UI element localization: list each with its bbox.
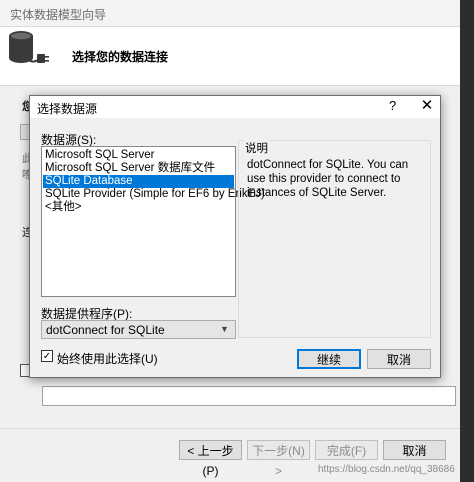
- finish-button[interactable]: 完成(F): [315, 440, 378, 460]
- connection-string-box[interactable]: [42, 386, 456, 406]
- continue-button[interactable]: 继续: [297, 349, 361, 369]
- wizard-header-title: 选择您的数据连接: [72, 50, 169, 64]
- always-use-label[interactable]: 始终使用此选择(U): [57, 350, 158, 367]
- provider-dropdown[interactable]: dotConnect for SQLite ▼: [41, 320, 236, 339]
- wizard-header: [0, 27, 460, 86]
- wizard-titlebar: 实体数据模型向导: [0, 0, 460, 27]
- chevron-down-icon: ▼: [220, 324, 229, 334]
- wizard-title: 实体数据模型向导: [10, 8, 107, 22]
- dialog-cancel-button[interactable]: 取消: [367, 349, 431, 369]
- help-icon[interactable]: ?: [389, 98, 396, 113]
- datasource-item[interactable]: Microsoft SQL Server 数据库文件: [43, 162, 234, 175]
- datasource-item[interactable]: SQLite Provider (Simple for EF6 by ErikE…: [43, 188, 265, 201]
- choose-datasource-dialog: 选择数据源 ? ✕ 数据源(S): Microsoft SQL Server M…: [29, 95, 441, 378]
- description-caption: 说明: [243, 140, 270, 156]
- dialog-title: 选择数据源: [37, 102, 98, 116]
- wizard-footer-separator: [0, 428, 460, 429]
- datasource-item-selected[interactable]: SQLite Database: [43, 175, 234, 188]
- wizard-cancel-button[interactable]: 取消: [383, 440, 446, 460]
- database-connection-icon: [9, 31, 49, 63]
- always-use-checkbox[interactable]: ✓: [41, 350, 53, 362]
- next-button[interactable]: 下一步(N) >: [247, 440, 310, 478]
- provider-value: dotConnect for SQLite: [46, 323, 165, 337]
- prev-button[interactable]: < 上一步(P): [179, 440, 242, 478]
- datasource-item[interactable]: <其他>: [43, 201, 234, 214]
- datasource-item[interactable]: Microsoft SQL Server: [43, 149, 234, 162]
- watermark: https://blog.csdn.net/qq_38686: [318, 464, 455, 475]
- ide-background-strip: [460, 0, 474, 482]
- description-text: dotConnect for SQLite. You can use this …: [247, 159, 409, 199]
- dialog-titlebar: 选择数据源 ? ✕: [30, 96, 440, 118]
- close-icon[interactable]: ✕: [415, 96, 439, 116]
- datasource-list[interactable]: Microsoft SQL Server Microsoft SQL Serve…: [41, 146, 265, 297]
